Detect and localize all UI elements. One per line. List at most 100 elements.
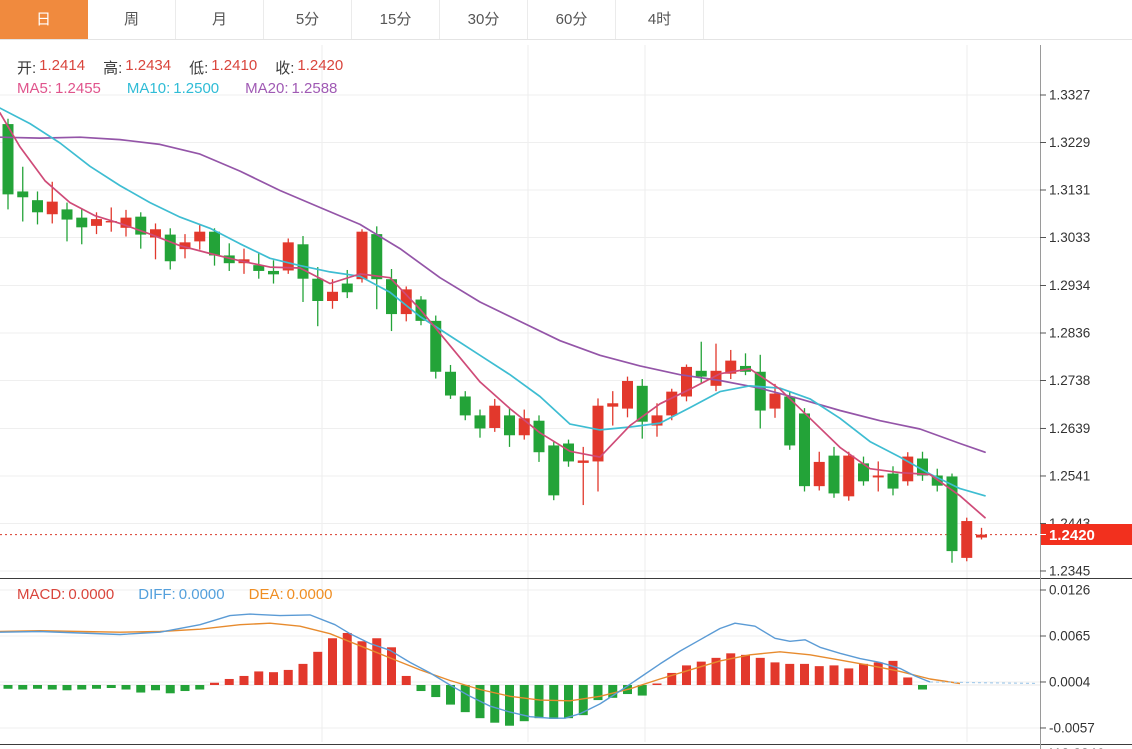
macd-histogram-bar — [210, 683, 219, 685]
macd-histogram-bar — [4, 685, 13, 689]
macd-histogram-bar — [741, 655, 750, 685]
candle-body — [357, 232, 368, 280]
macd-axis-label: 0.0126 — [1049, 582, 1090, 597]
macd-histogram-bar — [77, 685, 86, 690]
macd-histogram-bar — [549, 685, 558, 719]
macd-histogram-bar — [844, 668, 853, 685]
candle-body — [91, 219, 102, 226]
candle-body — [47, 202, 58, 215]
candle-body — [961, 521, 972, 558]
candle-body — [770, 394, 781, 409]
macd-histogram-bar — [18, 685, 27, 690]
tab-day[interactable]: 日 — [0, 0, 88, 39]
tab-4hour[interactable]: 4时 — [616, 0, 704, 39]
macd-histogram-bar — [254, 671, 263, 685]
macd-histogram-bar — [461, 685, 470, 712]
candle-body — [165, 235, 176, 262]
macd-histogram-bar — [535, 685, 544, 718]
price-axis-label: 1.3131 — [1049, 183, 1090, 198]
macd-histogram-bar — [63, 685, 72, 690]
low-readout: 低:1.2410 — [189, 57, 257, 78]
price-axis-label: 1.3033 — [1049, 230, 1090, 245]
price-chart-svg[interactable]: 1.3327 1.3229 1.3131 1.3033 1.2934 1.2836 1.27… — [0, 0, 1132, 749]
macd-histogram-bar — [269, 672, 278, 685]
macd-histogram-bar — [903, 677, 912, 685]
candle-body — [578, 460, 589, 462]
candle-body — [888, 474, 899, 489]
macd-histogram-bar — [92, 685, 101, 689]
candle-body — [814, 462, 825, 486]
macd-histogram-bar — [859, 664, 868, 685]
trading-chart-app: 1.3327 1.3229 1.3131 1.3033 1.2934 1.2836 1.27… — [0, 0, 1132, 749]
dea-readout: DEA:0.0000 — [249, 586, 333, 603]
price-axis-label: 1.2345 — [1049, 563, 1090, 578]
candle-body — [593, 406, 604, 462]
tab-60min[interactable]: 60分 — [528, 0, 616, 39]
high-readout: 高:1.2434 — [103, 57, 171, 78]
macd-histogram-bar — [653, 683, 662, 685]
candle-body — [298, 244, 309, 278]
price-axis-label: 1.2836 — [1049, 325, 1090, 340]
macd-histogram-bar — [830, 665, 839, 685]
macd-histogram-bar — [33, 685, 42, 689]
candle-body — [268, 271, 279, 274]
price-axis-label: 1.2639 — [1049, 421, 1090, 436]
candle-body — [696, 371, 707, 377]
price-axis-label: 1.2541 — [1049, 468, 1090, 483]
macd-axis-label: -0.0057 — [1049, 720, 1095, 735]
price-axis-label: 1.2738 — [1049, 373, 1090, 388]
candle-body — [504, 415, 515, 435]
macd-histogram-bar — [225, 679, 234, 685]
candle-body — [666, 392, 677, 416]
candle-body — [534, 421, 545, 453]
macd-histogram-bar — [284, 670, 293, 685]
macd-histogram-bar — [800, 664, 809, 685]
candle-body — [489, 406, 500, 428]
price-axis-label: 1.2934 — [1049, 278, 1091, 293]
macd-histogram-bar — [240, 676, 249, 685]
macd-histogram-bar — [785, 664, 794, 685]
macd-histogram-bar — [564, 685, 573, 718]
candle-body — [32, 200, 43, 212]
candle-body — [17, 191, 28, 197]
macd-histogram-bar — [151, 685, 160, 690]
tab-week[interactable]: 周 — [88, 0, 176, 39]
macd-readout: MACD:0.0000 — [17, 586, 114, 603]
tab-30min[interactable]: 30分 — [440, 0, 528, 39]
macd-legend: MACD:0.0000 DIFF:0.0000 DEA:0.0000 — [17, 586, 333, 603]
clipped-bottom-axis-label: 118.2346 — [1047, 745, 1105, 749]
chart-plot-area[interactable] — [0, 41, 1040, 749]
candle-body — [460, 396, 471, 415]
macd-axis-label: 0.0065 — [1049, 628, 1090, 643]
candle-body — [76, 218, 87, 228]
candle-body — [829, 456, 840, 494]
price-axis-label: 1.3327 — [1049, 88, 1090, 103]
candle-body — [327, 292, 338, 301]
macd-histogram-bar — [490, 685, 499, 723]
candle-body — [784, 396, 795, 445]
candle-body — [62, 209, 73, 219]
price-axis-label: 1.3229 — [1049, 135, 1090, 150]
candle-body — [445, 372, 456, 396]
macd-histogram-bar — [815, 666, 824, 685]
ma10-readout: MA10:1.2500 — [127, 80, 219, 97]
macd-histogram-bar — [918, 685, 927, 690]
candle-body — [312, 279, 323, 301]
tab-15min[interactable]: 15分 — [352, 0, 440, 39]
ma20-readout: MA20:1.2588 — [245, 80, 337, 97]
macd-histogram-bar — [594, 685, 603, 700]
macd-histogram-bar — [107, 685, 116, 688]
candle-body — [622, 381, 633, 409]
macd-histogram-bar — [417, 685, 426, 691]
ma5-readout: MA5:1.2455 — [17, 80, 101, 97]
ohlc-legend: 开:1.2414 高:1.2434 低:1.2410 收:1.2420 — [17, 57, 343, 78]
macd-histogram-bar — [431, 685, 440, 697]
macd-histogram-bar — [505, 685, 514, 726]
tab-5min[interactable]: 5分 — [264, 0, 352, 39]
candle-body — [371, 234, 382, 279]
tab-month[interactable]: 月 — [176, 0, 264, 39]
macd-histogram-bar — [195, 685, 204, 690]
ma-legend: MA5:1.2455 MA10:1.2500 MA20:1.2588 — [17, 80, 337, 97]
macd-histogram-bar — [122, 685, 131, 690]
candle-body — [475, 415, 486, 428]
